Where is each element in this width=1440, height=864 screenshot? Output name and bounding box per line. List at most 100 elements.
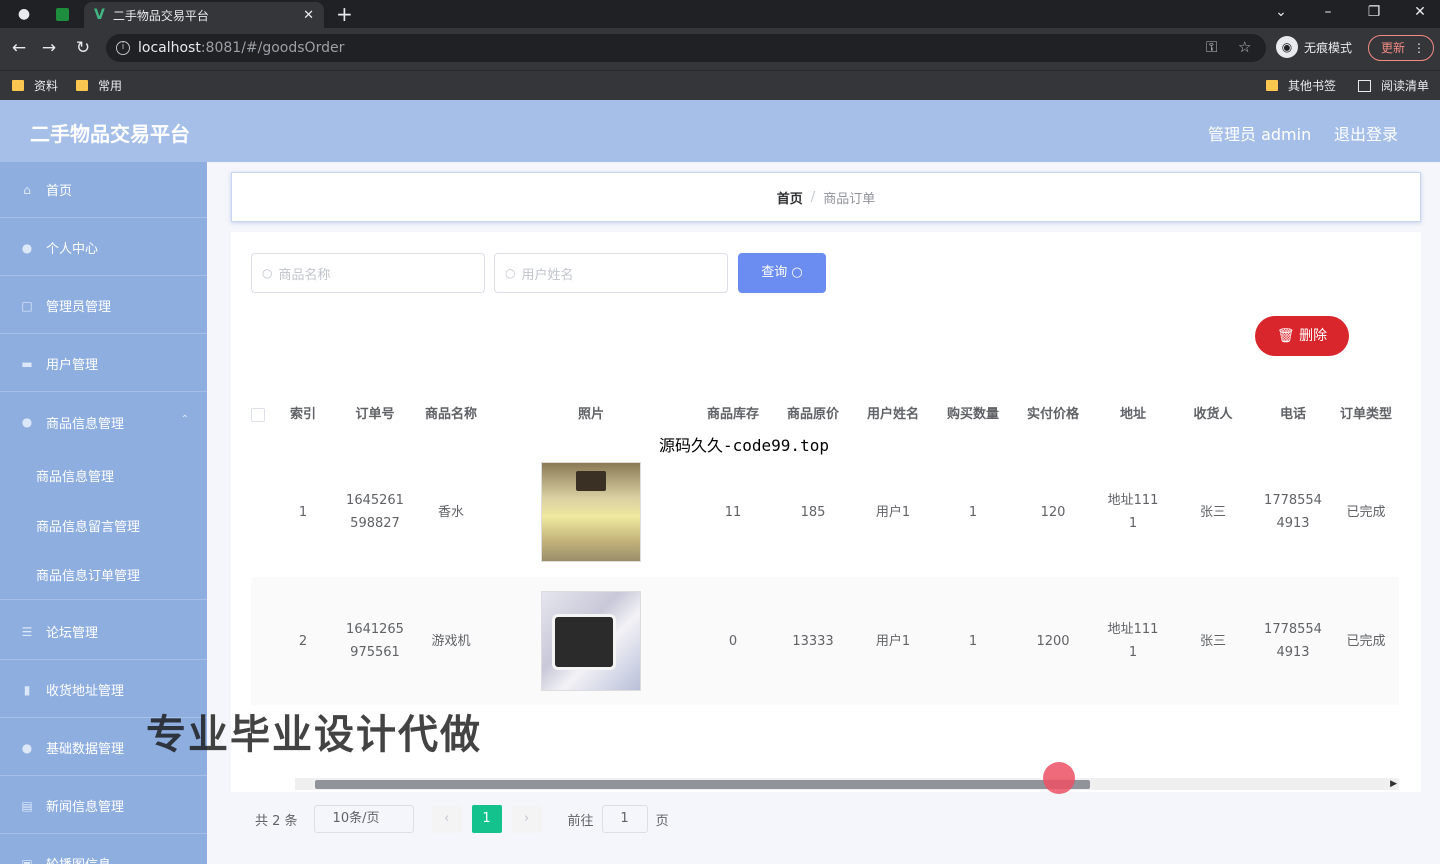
cell-photo — [489, 577, 693, 705]
column-header[interactable]: 商品原价 — [773, 394, 853, 436]
sidebar-item-users[interactable]: ▬ 用户管理 — [0, 336, 207, 392]
logout-link[interactable]: 退出登录 — [1334, 121, 1398, 145]
submenu-item-goods-comments[interactable]: 商品信息留言管理 — [0, 500, 207, 550]
column-header[interactable]: 购买数量 — [933, 394, 1013, 436]
close-window-icon[interactable]: ✕ — [1405, 2, 1435, 22]
admin-label: 管理员 admin — [1208, 125, 1312, 144]
phone-line: 4913 — [1276, 645, 1310, 660]
tab-close-icon[interactable]: ✕ — [303, 8, 314, 23]
page-number-active[interactable]: 1 — [471, 805, 502, 833]
browser-menu-icon[interactable]: ● — [14, 4, 34, 24]
goods-name-input[interactable]: ○ 商品名称 — [251, 253, 485, 293]
delete-button[interactable]: 🗑 删除 — [1255, 316, 1349, 356]
reading-list[interactable]: 阅读清单 — [1358, 77, 1429, 94]
forward-icon[interactable]: → — [38, 37, 60, 59]
next-page-icon[interactable]: › — [511, 805, 542, 833]
submenu-item-goods-info[interactable]: 商品信息管理 — [0, 450, 207, 500]
sidebar-item-profile[interactable]: ● 个人中心 — [0, 220, 207, 276]
column-header[interactable]: 用户姓名 — [853, 394, 933, 436]
column-header[interactable]: 实付价格 — [1013, 394, 1093, 436]
browser-tab[interactable]: V 二手物品交易平台 ✕ — [84, 2, 324, 28]
overlay-banner: 专业毕业设计代做 — [146, 711, 482, 758]
column-header[interactable]: 收货人 — [1173, 394, 1253, 436]
new-tab-icon[interactable]: + — [336, 2, 353, 26]
sidebar-item-forum[interactable]: ☰ 论坛管理 — [0, 604, 207, 660]
breadcrumb-home[interactable]: 首页 — [777, 188, 803, 207]
user-icon: ● — [21, 415, 33, 429]
bookmark-folder[interactable]: 常用 — [76, 77, 122, 94]
prev-page-icon[interactable]: ‹ — [431, 805, 462, 833]
select-all-checkbox[interactable] — [251, 408, 265, 422]
column-header[interactable]: 地址 — [1093, 394, 1173, 436]
horizontal-scrollbar[interactable]: ▶ — [295, 778, 1399, 790]
cell-photo — [489, 448, 693, 576]
bookmark-label: 常用 — [98, 79, 123, 93]
tab-search-icon[interactable]: ⌄ — [1266, 2, 1296, 22]
submenu-label: 商品信息留言管理 — [36, 519, 141, 535]
column-header[interactable]: 商品名称 — [413, 394, 489, 436]
column-header[interactable]: 电话 — [1253, 394, 1333, 436]
scroll-right-icon[interactable]: ▶ — [1390, 778, 1397, 790]
cell-order-type: 已完成 — [1346, 504, 1386, 520]
table-row[interactable]: 1 1645261 598827 香水 11 185 用户1 1 120 地址1… — [251, 448, 1399, 576]
address-line: 地址111 — [1107, 493, 1159, 508]
cell-stock: 0 — [728, 633, 738, 649]
bookmark-label: 资料 — [34, 79, 59, 93]
order-no-line: 1641265 — [346, 622, 404, 637]
back-icon[interactable]: ← — [8, 37, 30, 59]
cell-user: 用户1 — [875, 633, 911, 649]
scrollbar-thumb[interactable] — [315, 780, 1090, 789]
phone-line: 1778554 — [1264, 622, 1322, 637]
sidebar-item-label: 个人中心 — [46, 242, 99, 257]
other-bookmarks[interactable]: 其他书签 — [1266, 77, 1336, 94]
console-photo[interactable] — [541, 591, 641, 691]
goto-suffix: 页 — [655, 813, 669, 829]
sheet-app-icon[interactable] — [52, 4, 72, 24]
bookmark-folder[interactable]: 资料 — [12, 77, 58, 94]
sidebar-item-admins[interactable]: □ 管理员管理 — [0, 278, 207, 334]
sidebar-item-news[interactable]: ▤ 新闻信息管理 — [0, 778, 207, 834]
minimize-icon[interactable]: – — [1313, 2, 1343, 22]
goods-name-placeholder: 商品名称 — [278, 267, 331, 283]
reload-icon[interactable]: ↻ — [72, 37, 94, 59]
user-name-input[interactable]: ○ 用户姓名 — [494, 253, 728, 293]
column-header[interactable]: 索引 — [269, 394, 337, 436]
user-icon: ● — [21, 240, 33, 255]
key-icon[interactable]: ⚿ — [1206, 38, 1217, 56]
sidebar-item-goods[interactable]: ● 商品信息管理 ⌃ — [0, 394, 207, 450]
star-icon[interactable]: ☆ — [1238, 38, 1251, 56]
submenu-item-goods-orders[interactable]: 商品信息订单管理 — [0, 550, 207, 600]
search-icon: ○ — [262, 266, 273, 280]
cell-price: 13333 — [792, 633, 834, 649]
browser-tab-bar: ● V 二手物品交易平台 ✕ + ⌄ – ❐ ✕ — [0, 0, 1440, 28]
sidebar-item-home[interactable]: ⌂ 首页 — [0, 162, 207, 218]
column-header[interactable]: 商品库存 — [693, 394, 773, 436]
restore-icon[interactable]: ❐ — [1359, 2, 1389, 22]
sidebar-item-label: 收货地址管理 — [46, 684, 125, 699]
address-bar-row: ← → ↻ i localhost:8081/#/goodsOrder ⚿ ☆ … — [0, 28, 1440, 70]
sidebar-item-label: 新闻信息管理 — [46, 800, 125, 815]
image-icon: ▣ — [21, 856, 33, 864]
more-icon[interactable]: ⋮ — [1413, 36, 1425, 60]
query-button[interactable]: 查询 ○ — [738, 253, 826, 293]
goto-page-input[interactable]: 1 — [601, 805, 648, 833]
sidebar-item-label: 商品信息管理 — [46, 416, 125, 432]
query-label: 查询 — [761, 265, 788, 280]
sidebar-item-carousel[interactable]: ▣ 轮播图信息 — [0, 836, 207, 864]
perfume-photo[interactable] — [541, 462, 641, 562]
app-header: 二手物品交易平台 管理员 admin 退出登录 — [0, 100, 1440, 162]
column-header[interactable]: 订单号 — [337, 394, 413, 436]
cell-goods-name: 游戏机 — [431, 633, 471, 649]
table-row[interactable]: 2 1641265 975561 游戏机 0 13333 用户1 1 1200 … — [251, 577, 1399, 705]
column-header[interactable]: 订单类型 — [1333, 394, 1399, 436]
column-header[interactable]: 照片 — [489, 394, 693, 436]
submenu-label: 商品信息管理 — [36, 469, 115, 485]
page-size-select[interactable]: 10条/页 — [313, 805, 414, 833]
cell-stock: 11 — [724, 504, 742, 520]
submenu-label: 商品信息订单管理 — [36, 569, 141, 584]
incognito-indicator[interactable]: ◉ 无痕模式 — [1276, 36, 1352, 58]
update-button[interactable]: 更新 ⋮ — [1368, 35, 1434, 61]
search-icon: ○ — [791, 265, 803, 280]
info-icon[interactable]: i — [116, 41, 130, 55]
url-field[interactable]: i localhost:8081/#/goodsOrder ⚿ ☆ — [106, 34, 1266, 62]
